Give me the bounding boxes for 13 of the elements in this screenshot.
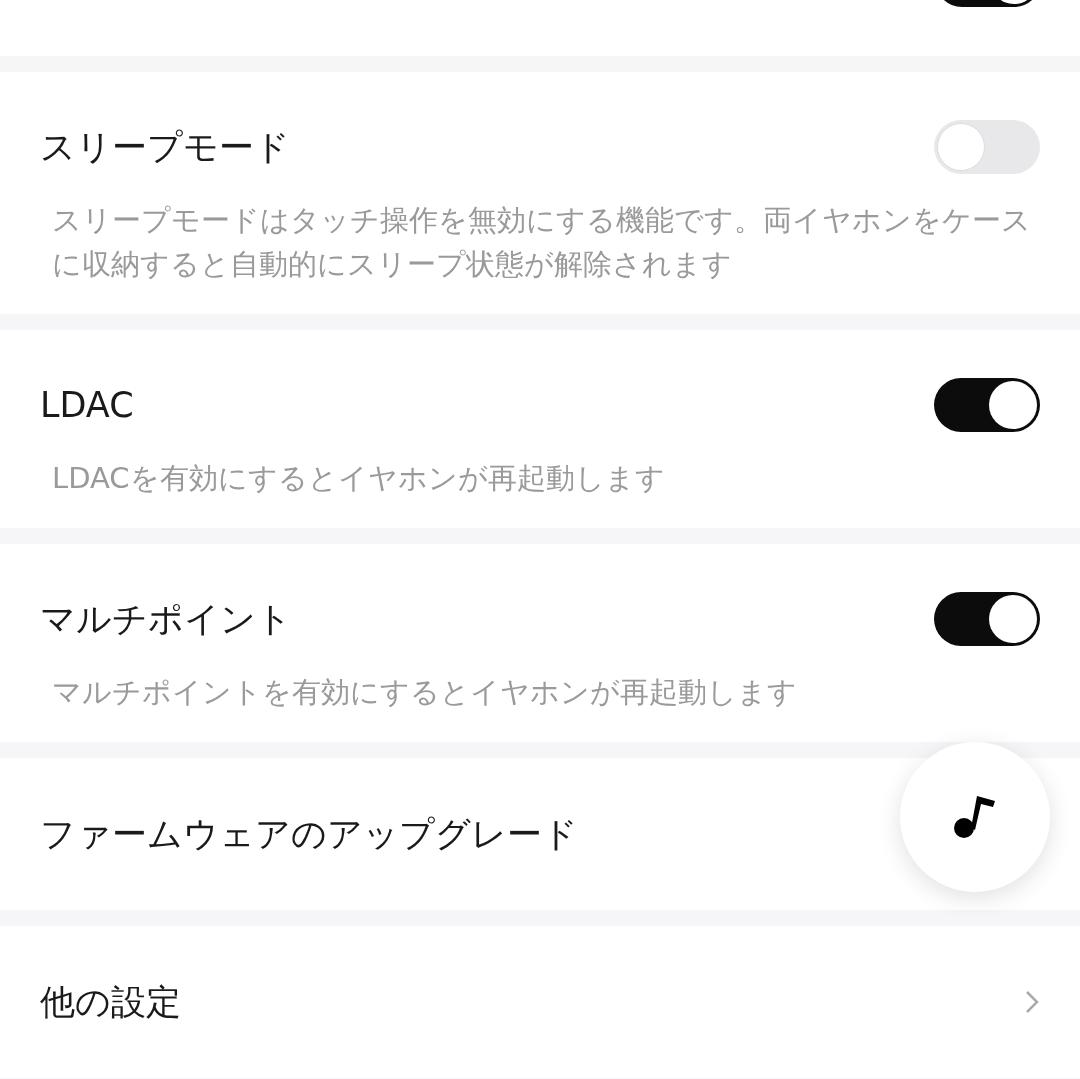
setting-title: 他の設定	[40, 980, 181, 1024]
music-note-icon	[952, 794, 998, 840]
setting-title: ファームウェアのアップグレード	[40, 812, 578, 856]
setting-description: マルチポイントを有効にするとイヤホンが再起動します	[51, 674, 798, 711]
chevron-icon	[1024, 989, 1040, 1015]
setting-title: スリープモード	[40, 125, 290, 169]
setting-description: LDACを有効にするとイヤホンが再起動します	[51, 460, 666, 497]
toggle-switch[interactable]	[934, 378, 1040, 432]
toggle-switch[interactable]	[934, 592, 1040, 646]
setting-title: マルチポイント	[40, 597, 292, 641]
setting-title: LDAC	[40, 385, 134, 425]
setting-description: スリープモードはタッチ操作を無効にする機能です。両イヤホンをケースに収納すると自動的にスリープ状態が解除されます	[51, 202, 1032, 283]
toggle-switch[interactable]	[934, 120, 1040, 174]
